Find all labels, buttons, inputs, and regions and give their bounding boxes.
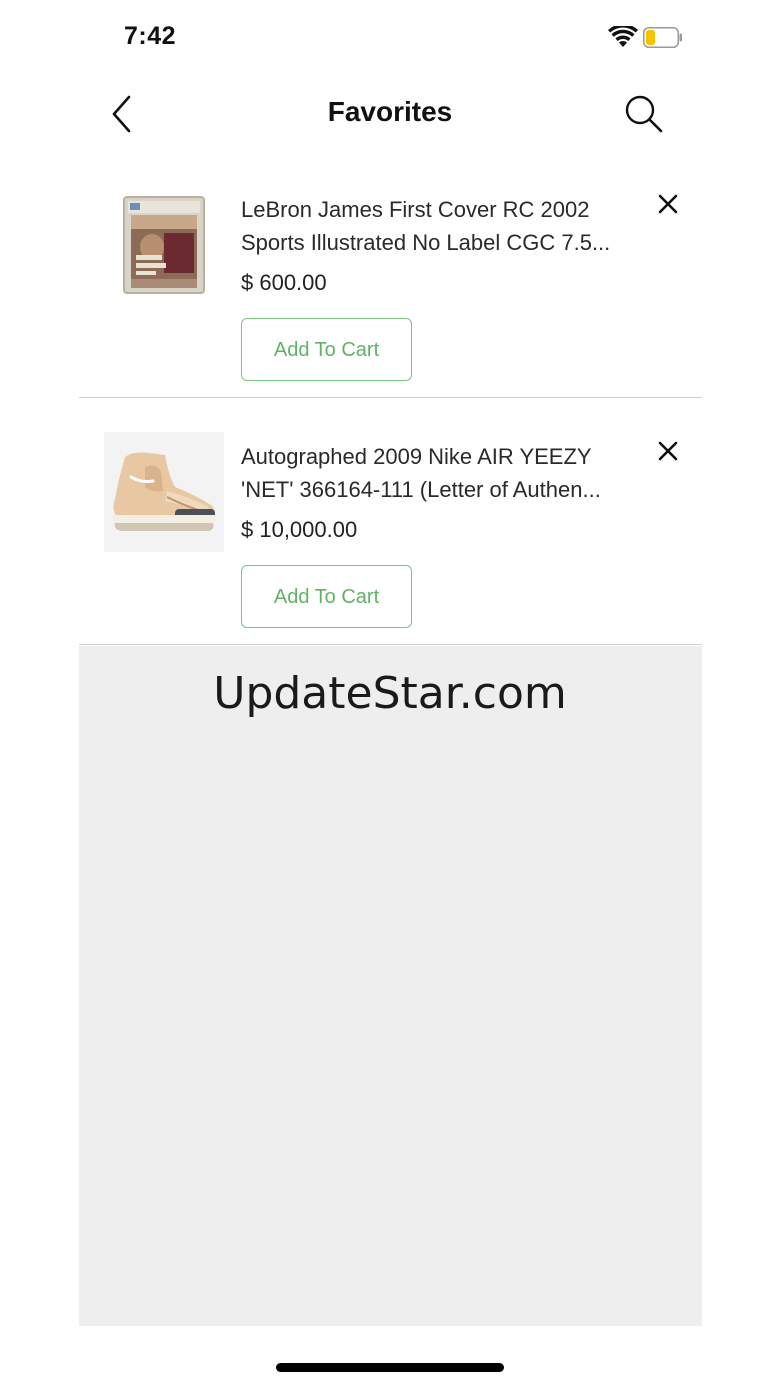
remove-favorite-button[interactable] xyxy=(653,436,683,466)
magazine-cover-thumbnail[interactable] xyxy=(104,185,224,305)
remove-favorite-button[interactable] xyxy=(653,189,683,219)
sneaker-image xyxy=(112,452,217,531)
search-button[interactable] xyxy=(620,92,668,136)
home-indicator[interactable] xyxy=(276,1363,504,1372)
item-price: $ 10,000.00 xyxy=(241,517,358,542)
status-time: 7:42 xyxy=(124,22,177,50)
item-title[interactable]: LeBron James First Cover RC 2002 Sports … xyxy=(241,193,656,259)
list-item: LeBron James First Cover RC 2002 Sports … xyxy=(79,152,702,398)
item-title-line1: LeBron James First Cover RC 2002 xyxy=(241,197,590,222)
wifi-icon xyxy=(608,26,638,47)
search-icon xyxy=(625,95,663,133)
watermark-text: UpdateStar.com xyxy=(213,668,567,719)
battery-icon xyxy=(643,27,682,48)
item-title-line2: 'NET' 366164-111 (Letter of Authen... xyxy=(241,477,601,502)
close-icon xyxy=(658,441,678,461)
item-price: $ 600.00 xyxy=(241,270,327,295)
empty-list-area xyxy=(79,646,702,1326)
item-title-line2: Sports Illustrated No Label CGC 7.5... xyxy=(241,230,611,255)
close-icon xyxy=(658,194,678,214)
add-to-cart-button[interactable]: Add To Cart xyxy=(241,318,412,381)
battery-level xyxy=(646,30,655,45)
nav-bar: Favorites xyxy=(0,76,780,152)
favorites-list: LeBron James First Cover RC 2002 Sports … xyxy=(79,152,702,645)
add-to-cart-button[interactable]: Add To Cart xyxy=(241,565,412,628)
status-bar: 7:42 xyxy=(0,0,780,76)
magazine-cover-image xyxy=(123,196,205,294)
list-item: Autographed 2009 Nike AIR YEEZY 'NET' 36… xyxy=(79,398,702,645)
item-title-line1: Autographed 2009 Nike AIR YEEZY xyxy=(241,444,592,469)
item-title[interactable]: Autographed 2009 Nike AIR YEEZY 'NET' 36… xyxy=(241,440,656,506)
sneaker-thumbnail[interactable] xyxy=(104,432,224,552)
